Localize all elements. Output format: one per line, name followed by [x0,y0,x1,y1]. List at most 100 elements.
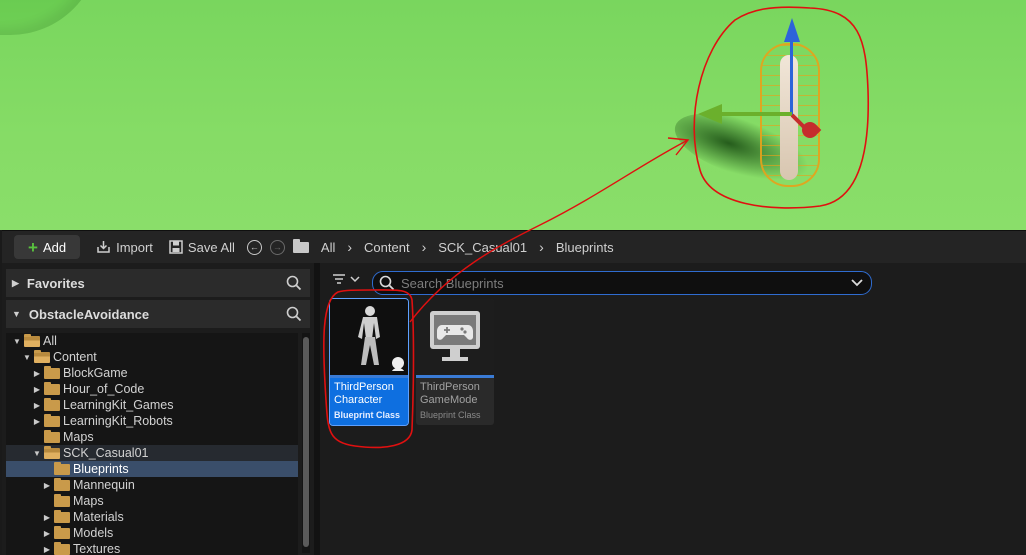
collapsed-triangle-icon[interactable]: ▶ [32,401,42,410]
mannequin-figure-icon [358,306,404,371]
tree-item-label: Textures [73,542,121,555]
scrollbar-thumb[interactable] [303,337,309,547]
tree-item-label: LearningKit_Robots [63,414,173,428]
asset-tile-thirdperson-gamemode[interactable]: ThirdPerson GameMode Blueprint Class [416,299,494,425]
collapsed-triangle-icon[interactable]: ▶ [42,481,52,490]
tree-item-label: Mannequin [73,478,135,492]
folder-icon[interactable] [292,238,309,253]
tree-item[interactable]: ▼ All [6,333,298,349]
collapsed-triangle-icon[interactable]: ▶ [42,513,52,522]
folder-icon [54,525,70,539]
folder-icon [44,445,60,459]
asset-name-line1: ThirdPerson [334,381,394,393]
tree-item-label: Models [73,526,114,540]
tree-item-label: Materials [73,510,124,524]
expanded-triangle-icon[interactable]: ▼ [22,353,32,362]
collapsed-triangle-icon[interactable]: ▶ [42,545,52,554]
expanded-triangle-icon[interactable]: ▼ [32,449,42,458]
tree-item[interactable]: Maps [6,493,298,509]
gamepad-monitor-icon [430,311,480,361]
breadcrumb-separator-icon[interactable]: › [341,239,358,255]
folder-icon [44,429,60,443]
back-icon[interactable]: ← [246,239,262,255]
gizmo-z-axis[interactable] [790,40,793,115]
tree-item-label: Maps [63,430,94,444]
expanded-triangle-icon[interactable]: ▼ [12,309,21,319]
search-icon [379,275,395,291]
gizmo-x-axis[interactable] [720,112,792,116]
tree-item-label: All [43,334,57,348]
tree-item-label: Hour_of_Code [63,382,145,396]
tree-item-label: Maps [73,494,104,508]
tree-item[interactable]: ▶ Hour_of_Code [6,381,298,397]
asset-view: ThirdPerson Character Blueprint Class [320,263,1026,555]
plus-icon: + [28,237,38,257]
collapsed-triangle-icon[interactable]: ▶ [32,369,42,378]
save-all-button[interactable]: Save All [161,235,243,259]
gizmo-z-arrow-icon[interactable] [784,18,800,42]
tree-item[interactable]: ▶ Mannequin [6,477,298,493]
chevron-down-icon[interactable] [851,279,863,287]
search-input[interactable] [401,275,851,291]
save-icon [169,240,183,254]
folder-icon [54,509,70,523]
rock-mesh [0,0,100,35]
tree-item[interactable]: ▶ Textures [6,541,298,555]
tree-item[interactable]: ▶ Models [6,525,298,541]
tree-item[interactable]: ▶ LearningKit_Robots [6,413,298,429]
breadcrumb-blueprints[interactable]: Blueprints [550,240,620,255]
folder-tree: ▼ All ▼ Content ▶ BlockGame ▶ Hour_of_Code ▶ Lear… [6,333,298,555]
expanded-triangle-icon[interactable]: ▼ [12,337,22,346]
breadcrumb-content[interactable]: Content [358,240,416,255]
mannequin-thumbnail-icon [330,299,408,375]
content-browser-toolbar: + Add Import Save All ← → All › Content … [2,231,1026,263]
filter-button[interactable] [332,273,360,285]
sources-panel: ▶ Favorites ▼ ObstacleAvoidance ▼ All ▼ Con… [6,269,310,555]
folder-icon [44,413,60,427]
search-icon[interactable] [286,306,302,322]
tree-scrollbar[interactable] [302,333,310,553]
import-button[interactable]: Import [88,235,161,259]
tree-item-label: Content [53,350,97,364]
folder-icon [54,477,70,491]
tree-item-label: LearningKit_Games [63,398,174,412]
asset-class-label: Blueprint Class [420,410,481,420]
breadcrumb-sck-casual01[interactable]: SCK_Casual01 [432,240,533,255]
level-viewport[interactable] [0,0,1026,230]
asset-name-line2: GameMode [420,394,478,406]
tree-item-label: Blueprints [73,462,129,476]
folder-icon [44,397,60,411]
gizmo-x-arrow-icon[interactable] [698,104,722,124]
tree-item[interactable]: Maps [6,429,298,445]
asset-class-label: Blueprint Class [334,410,401,420]
search-icon[interactable] [286,275,302,291]
add-button[interactable]: + Add [14,235,81,259]
folder-icon [54,461,70,475]
tree-item[interactable]: ▶ LearningKit_Games [6,397,298,413]
tree-item[interactable]: ▼ SCK_Casual01 [6,445,298,461]
tree-item[interactable]: Blueprints [6,461,298,477]
folder-icon [24,333,40,347]
collapsed-triangle-icon[interactable]: ▶ [12,278,19,289]
collapsed-triangle-icon[interactable]: ▶ [32,417,42,426]
search-bar[interactable] [372,271,872,295]
forward-icon[interactable]: → [269,239,285,255]
breadcrumb-all[interactable]: All [315,240,341,255]
tree-item[interactable]: ▶ Materials [6,509,298,525]
filter-icon [333,274,345,284]
folder-icon [54,493,70,507]
asset-name-line1: ThirdPerson [420,381,480,393]
tree-item[interactable]: ▼ Content [6,349,298,365]
project-header[interactable]: ▼ ObstacleAvoidance [6,300,310,328]
import-icon [97,241,110,253]
breadcrumb-separator-icon[interactable]: › [416,239,433,255]
content-browser: + Add Import Save All ← → All › Content … [2,230,1026,555]
asset-tile-thirdperson-character[interactable]: ThirdPerson Character Blueprint Class [329,298,409,426]
folder-icon [54,541,70,555]
tree-item[interactable]: ▶ BlockGame [6,365,298,381]
collapsed-triangle-icon[interactable]: ▶ [42,529,52,538]
collapsed-triangle-icon[interactable]: ▶ [32,385,42,394]
breadcrumb-separator-icon[interactable]: › [533,239,550,255]
folder-icon [44,365,60,379]
favorites-header[interactable]: ▶ Favorites [6,269,310,297]
